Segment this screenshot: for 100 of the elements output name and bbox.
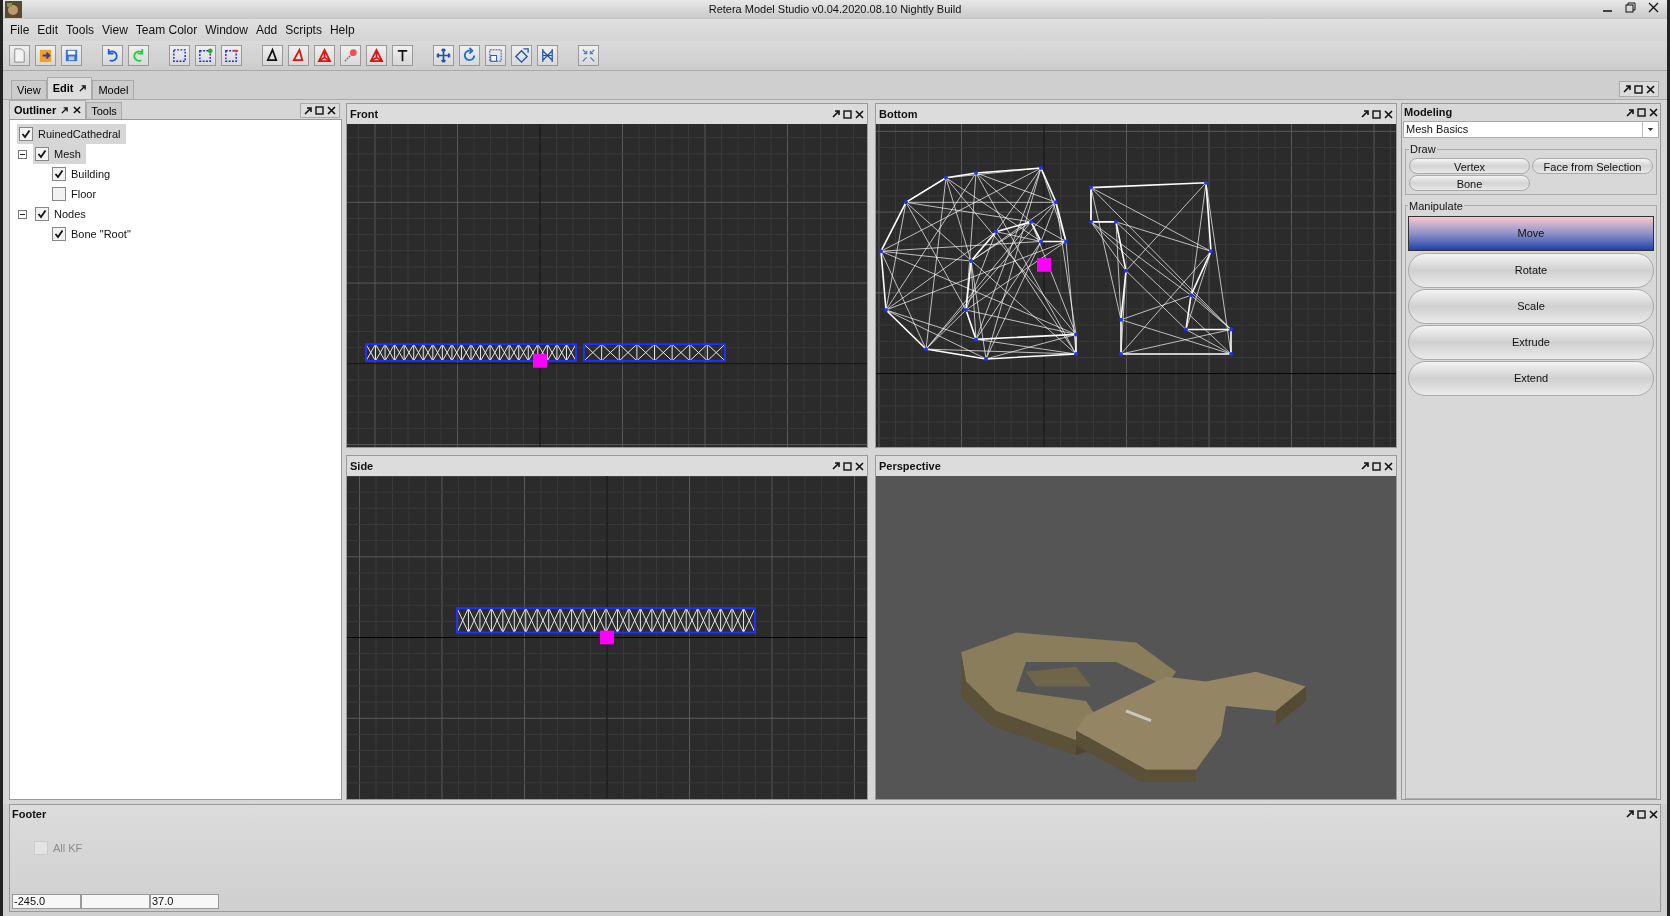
tree-label: Mesh [54,146,82,162]
menu-item[interactable]: Add [251,21,282,39]
menu-item[interactable]: Edit [33,21,63,39]
menu-item[interactable]: Tools [62,21,99,39]
maximize-icon[interactable] [315,106,324,115]
panel-title: Modeling [1404,105,1453,121]
maximize-icon[interactable] [1372,109,1381,119]
tree-item[interactable]: Mesh [33,144,86,164]
draw-button[interactable]: Bone [1409,174,1530,191]
draw-button[interactable]: Face from Selection [1532,157,1653,174]
select-rectangle-icon [171,47,188,64]
tree-label: RuinedCathedral [38,126,122,142]
tab[interactable]: Tools [86,102,122,119]
restore-icon[interactable] [1625,2,1636,13]
checkbox[interactable] [52,187,66,201]
snap-icon [580,47,597,64]
collapse-icon[interactable] [18,149,27,159]
undock-icon[interactable] [79,85,87,92]
viewport-title: Side [350,458,374,474]
close-icon[interactable] [1648,2,1659,13]
manipulate-button[interactable]: Scale [1408,289,1654,324]
menu-item[interactable]: Help [325,21,359,39]
scale-icon [487,47,504,64]
save-icon [63,47,80,64]
toolbar-button[interactable] [195,45,216,66]
checkbox[interactable] [35,147,49,161]
app-icon [5,1,22,18]
manipulate-button[interactable]: Extend [1408,361,1654,396]
viewport-title: Front [350,106,379,122]
select-add-icon [197,47,214,64]
tree-label: Nodes [54,206,87,222]
tab[interactable]: Outliner [9,100,87,119]
tab[interactable]: Edit [46,77,93,99]
toolbar-button[interactable] [169,45,190,66]
toolbar-button[interactable] [485,45,506,66]
menu-item[interactable]: View [98,21,132,39]
close-icon[interactable] [1649,809,1658,819]
checkbox[interactable] [52,167,66,181]
close-icon[interactable] [1649,108,1658,117]
checkbox[interactable] [35,207,49,221]
coordinate-field[interactable]: -245.0 [12,894,81,909]
manipulate-button[interactable]: Extrude [1408,325,1654,360]
undock-icon[interactable] [61,106,69,114]
tree-item[interactable]: Building [50,164,116,184]
maximize-icon[interactable] [1372,461,1381,471]
undock-icon[interactable] [1626,108,1634,117]
draw-button[interactable]: Vertex [1409,157,1530,174]
checkbox[interactable] [19,127,33,141]
menu-item[interactable]: Scripts [281,21,326,39]
undock-icon[interactable] [1623,85,1631,93]
undock-icon[interactable] [832,110,840,118]
close-icon[interactable] [855,461,864,471]
checkbox[interactable] [52,227,66,241]
tree-item[interactable]: Bone "Root" [50,224,136,244]
undock-icon[interactable] [832,462,840,470]
tree-item[interactable]: Nodes [33,204,91,224]
tree-item[interactable]: RuinedCathedral [17,124,126,144]
tree-label: Building [71,166,112,182]
mode-dropdown[interactable]: Mesh Basics [1403,121,1659,138]
toolbar-button[interactable] [35,45,56,66]
close-icon[interactable] [1646,84,1655,94]
close-icon[interactable] [327,106,336,115]
undock-icon[interactable] [304,106,312,115]
collapse-icon[interactable] [18,209,27,219]
close-icon[interactable] [1384,109,1393,119]
manipulate-button[interactable]: Rotate [1408,253,1654,288]
maximize-icon[interactable] [1634,84,1643,94]
tab[interactable]: View [11,80,47,99]
new-file-icon [11,47,28,64]
group-label: Manipulate [1408,198,1464,214]
maximize-icon[interactable] [843,461,852,471]
tree-item[interactable]: Floor [50,184,102,204]
pivot-marker [600,630,614,645]
window-title: Retera Model Studio v0.04.2020.08.10 Nightly Build [708,2,962,18]
maximize-icon[interactable] [843,109,852,119]
tab[interactable]: Model [92,80,135,99]
toolbar-button[interactable] [392,45,413,66]
bone-point-icon [342,47,359,64]
toolbar-button[interactable] [537,45,558,66]
undock-icon[interactable] [1626,810,1634,818]
menu-item[interactable]: Team Color [131,21,202,39]
manipulate-button[interactable]: Move [1408,216,1654,251]
group-label: Draw [1409,142,1437,157]
extrude-icon [513,47,530,64]
menu-item[interactable]: File [6,21,34,39]
maximize-icon[interactable] [1637,809,1646,819]
maximize-icon[interactable] [1637,108,1646,117]
undock-icon[interactable] [1361,110,1369,118]
coordinate-field[interactable]: 37.0 [150,894,219,909]
viewport-title: Perspective [879,458,941,474]
close-icon[interactable] [1384,461,1393,471]
close-icon[interactable] [855,109,864,119]
coordinate-field[interactable] [81,894,150,909]
toolbar-button[interactable] [262,45,283,66]
close-icon[interactable] [73,106,82,114]
undock-icon[interactable] [1361,462,1369,470]
toolbar-button[interactable] [221,45,242,66]
tree-label: Floor [71,186,98,202]
toolbar-button[interactable] [433,45,454,66]
menu-item[interactable]: Window [201,21,252,39]
